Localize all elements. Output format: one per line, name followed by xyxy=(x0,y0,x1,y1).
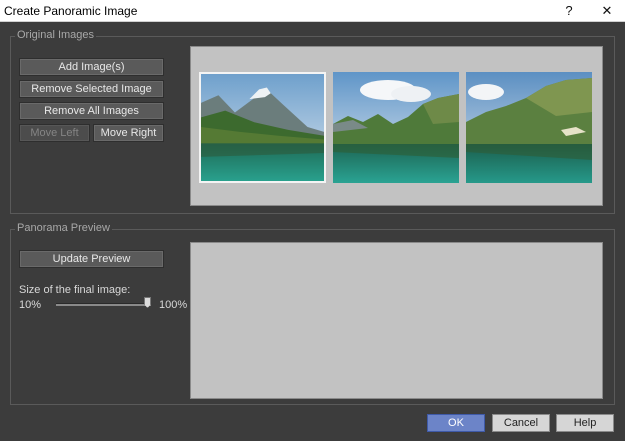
help-button[interactable]: Help xyxy=(556,414,614,432)
panorama-preview-label: Panorama Preview xyxy=(15,222,112,234)
original-images-label: Original Images xyxy=(15,29,97,41)
help-icon[interactable]: ? xyxy=(551,0,587,22)
cancel-button[interactable]: Cancel xyxy=(492,414,550,432)
window-title: Create Panoramic Image xyxy=(4,4,138,18)
landscape-image xyxy=(201,74,324,181)
update-preview-button[interactable]: Update Preview xyxy=(19,250,164,268)
size-max-label: 100% xyxy=(159,299,188,311)
remove-selected-image-button[interactable]: Remove Selected Image xyxy=(19,80,164,98)
panorama-preview-area xyxy=(190,242,603,399)
size-label: Size of the final image: xyxy=(19,284,131,296)
landscape-image xyxy=(466,72,592,183)
image-thumbnail-1[interactable] xyxy=(199,72,326,183)
move-left-button[interactable]: Move Left xyxy=(19,124,90,142)
image-thumbnail-2[interactable] xyxy=(333,72,459,183)
title-bar: Create Panoramic Image ? ✕ xyxy=(0,0,625,22)
close-icon[interactable]: ✕ xyxy=(589,0,625,22)
landscape-image xyxy=(333,72,459,183)
size-slider-track[interactable] xyxy=(56,303,151,306)
remove-all-images-button[interactable]: Remove All Images xyxy=(19,102,164,120)
image-thumbnail-3[interactable] xyxy=(466,72,592,183)
ok-button[interactable]: OK xyxy=(427,414,485,432)
size-min-label: 10% xyxy=(19,299,42,311)
add-images-button[interactable]: Add Image(s) xyxy=(19,58,164,76)
move-right-button[interactable]: Move Right xyxy=(93,124,164,142)
